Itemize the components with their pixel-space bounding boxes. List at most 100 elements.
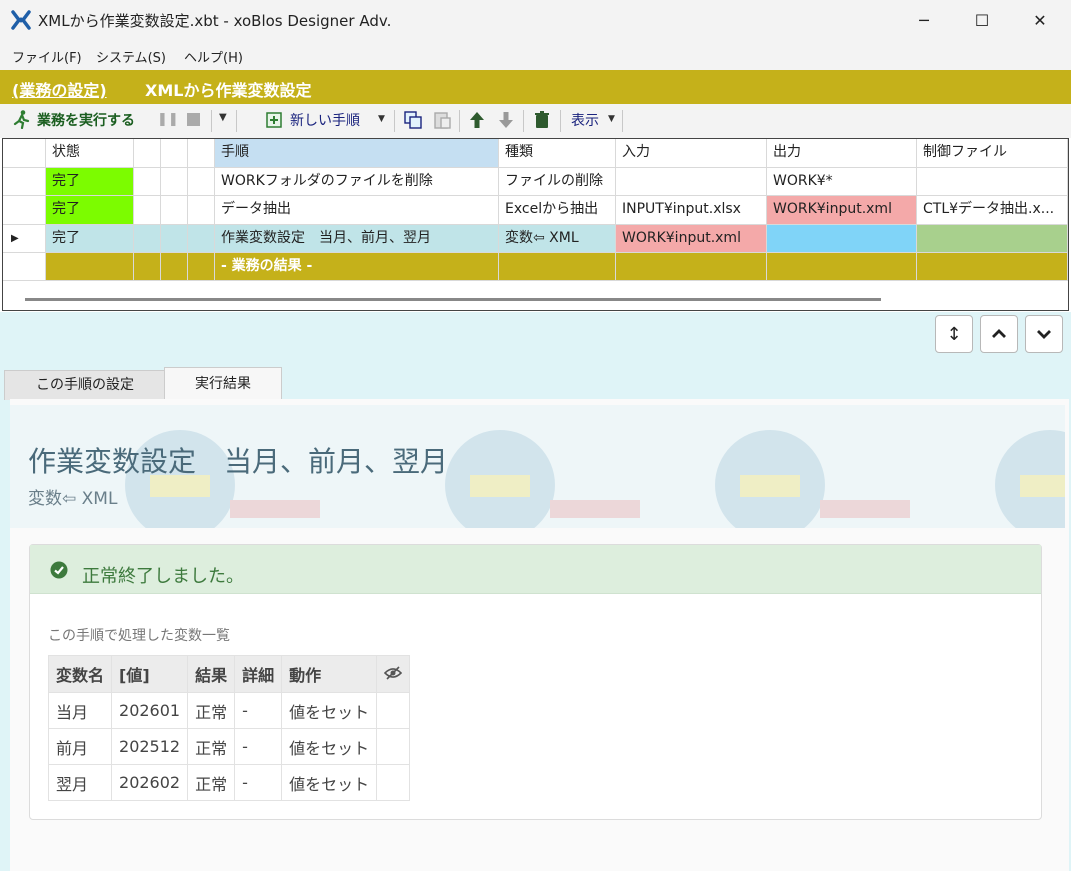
result-row-cell[interactable] [917, 253, 1068, 281]
status-cell[interactable]: 完了 [46, 225, 134, 253]
var-result-cell: 正常 [187, 764, 236, 801]
success-message: 正常終了しました。 [82, 566, 244, 587]
column-header-input[interactable]: 入力 [616, 139, 767, 168]
resize-vertical-icon[interactable]: ↕ [935, 315, 973, 353]
row-header[interactable] [3, 168, 46, 196]
row-header[interactable] [3, 196, 46, 225]
type-cell[interactable]: 変数⇦ XML [499, 225, 616, 253]
blank-cell[interactable] [161, 168, 188, 196]
blank-cell[interactable] [188, 168, 215, 196]
pause-icon[interactable]: ❚❚ [157, 113, 179, 127]
result-row-cell[interactable] [161, 253, 188, 281]
result-row-cell[interactable] [188, 253, 215, 281]
result-row-cell[interactable] [616, 253, 767, 281]
view-menu-button[interactable]: 表示 [571, 110, 599, 130]
dropdown-arrow-icon[interactable]: ▼ [608, 114, 615, 124]
column-header-var-name: 変数名 [47, 655, 113, 693]
toolbar-separator [622, 110, 623, 132]
result-row-cell[interactable] [46, 253, 134, 281]
menu-file[interactable]: ファイル(F) [12, 47, 82, 66]
column-header-blank [134, 139, 161, 168]
grid-horizontal-scrollbar[interactable] [25, 298, 881, 301]
check-circle-icon [50, 561, 68, 579]
column-header-blank [188, 139, 215, 168]
control-file-cell[interactable] [917, 168, 1068, 196]
blank-cell [376, 692, 411, 729]
menu-help[interactable]: ヘルプ(H) [184, 47, 243, 66]
step-subtitle: 変数⇦ XML [28, 489, 118, 509]
stop-icon[interactable] [187, 113, 200, 126]
blank-cell[interactable] [188, 225, 215, 253]
column-header-step[interactable]: 手順 [215, 139, 499, 168]
status-cell[interactable]: 完了 [46, 196, 134, 225]
row-selector-icon[interactable]: ▶ [3, 225, 46, 253]
blank-cell[interactable] [188, 196, 215, 225]
var-result-cell: 正常 [187, 728, 236, 765]
blank-cell[interactable] [134, 168, 161, 196]
var-name-cell: 当月 [47, 692, 113, 729]
column-header-type[interactable]: 種類 [499, 139, 616, 168]
blank-cell[interactable] [161, 225, 188, 253]
paste-icon[interactable] [432, 110, 452, 130]
run-job-button[interactable]: 業務を実行する [37, 110, 135, 130]
minimize-button[interactable]: ─ [895, 0, 953, 40]
copy-icon[interactable] [403, 110, 423, 130]
menu-system[interactable]: システム(S) [96, 47, 166, 66]
output-cell[interactable] [767, 225, 917, 253]
eye-toggle-icon[interactable] [376, 655, 411, 693]
blank-cell[interactable] [161, 196, 188, 225]
dropdown-arrow-icon[interactable]: ▼ [219, 112, 227, 123]
result-row-label[interactable]: - 業務の結果 - [215, 253, 499, 281]
blank-cell[interactable] [134, 225, 161, 253]
blank-cell [376, 764, 411, 801]
move-up-icon[interactable] [467, 110, 487, 130]
row-header-corner [3, 139, 46, 168]
control-file-cell[interactable]: CTL¥データ抽出.x... [917, 196, 1068, 225]
column-header-status[interactable]: 状態 [46, 139, 134, 168]
table-row: 前月 202512 正常 - 値をセット [47, 728, 411, 765]
output-cell[interactable]: WORK¥* [767, 168, 917, 196]
type-cell[interactable]: Excelから抽出 [499, 196, 616, 225]
step-grid: 状態 手順 種類 入力 出力 制御ファイル 完了 WORKフォルダのファイルを削… [2, 138, 1069, 311]
result-row-cell[interactable] [134, 253, 161, 281]
close-button[interactable]: ✕ [1011, 0, 1069, 40]
type-cell[interactable]: ファイルの削除 [499, 168, 616, 196]
row-header[interactable] [3, 253, 46, 281]
table-row: 当月 202601 正常 - 値をセット [47, 692, 411, 729]
new-step-button[interactable]: 新しい手順 [290, 110, 360, 130]
job-settings-link[interactable]: (業務の設定) [12, 77, 107, 101]
step-cell[interactable]: データ抽出 [215, 196, 499, 225]
status-cell[interactable]: 完了 [46, 168, 134, 196]
chevron-up-icon[interactable] [980, 315, 1018, 353]
input-cell[interactable]: WORK¥input.xml [616, 225, 767, 253]
step-cell[interactable]: 作業変数設定 当月、前月、翌月 [215, 225, 499, 253]
toolbar-separator [394, 110, 395, 132]
column-header-detail: 詳細 [234, 655, 283, 693]
column-header-control-file[interactable]: 制御ファイル [917, 139, 1068, 168]
tab-step-settings[interactable]: この手順の設定 [4, 370, 166, 400]
move-down-icon[interactable] [496, 110, 516, 130]
column-header-output[interactable]: 出力 [767, 139, 917, 168]
input-cell[interactable]: INPUT¥input.xlsx [616, 196, 767, 225]
column-header-result: 結果 [187, 655, 236, 693]
delete-icon[interactable] [532, 110, 552, 130]
input-cell[interactable] [616, 168, 767, 196]
var-value-cell: 202601 [111, 692, 189, 729]
run-icon [12, 109, 32, 130]
result-row-cell[interactable] [499, 253, 616, 281]
blank-cell[interactable] [134, 196, 161, 225]
column-header-value: [値] [111, 655, 189, 693]
output-cell[interactable]: WORK¥input.xml [767, 196, 917, 225]
blank-cell [376, 728, 411, 765]
chevron-down-icon[interactable] [1025, 315, 1063, 353]
dropdown-arrow-icon[interactable]: ▼ [378, 114, 385, 124]
step-cell[interactable]: WORKフォルダのファイルを削除 [215, 168, 499, 196]
var-detail-cell: - [234, 764, 283, 801]
control-file-cell[interactable] [917, 225, 1068, 253]
result-row-cell[interactable] [767, 253, 917, 281]
tab-execution-result[interactable]: 実行結果 [164, 367, 282, 400]
var-result-cell: 正常 [187, 692, 236, 729]
toolbar-separator [236, 110, 237, 132]
maximize-button[interactable]: ☐ [953, 0, 1011, 40]
variables-table: 変数名 [値] 結果 詳細 動作 当月 202601 正常 - 値をセット 前月 [47, 655, 411, 801]
